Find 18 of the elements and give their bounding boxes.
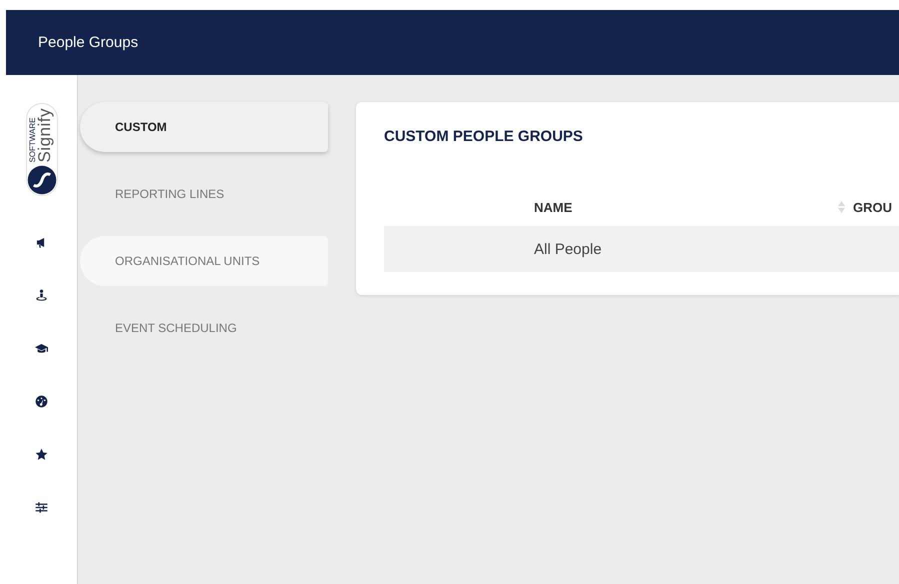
table-cell: All People — [534, 240, 602, 258]
column-header[interactable]: NAME — [534, 200, 572, 214]
nav-tab[interactable]: ORGANISATIONAL UNITS — [80, 236, 328, 286]
page-title: People Groups — [38, 34, 138, 51]
sliders-icon[interactable] — [35, 500, 48, 514]
person-pin-icon[interactable] — [35, 288, 48, 302]
column-header[interactable]: GROU — [853, 200, 892, 214]
logo-name: Signify — [35, 108, 55, 163]
gauge-icon[interactable] — [35, 394, 48, 408]
card-title: CUSTOM PEOPLE GROUPS — [384, 127, 584, 147]
nav-tab[interactable]: EVENT SCHEDULING — [80, 303, 328, 353]
table-row[interactable]: All People — [384, 226, 899, 272]
nav-tab[interactable]: CUSTOM — [80, 102, 328, 152]
graduation-cap-icon[interactable] — [35, 342, 48, 355]
logo-tagline: SOFTWARE — [28, 116, 37, 163]
star-icon[interactable] — [35, 448, 48, 461]
nav-tab[interactable]: REPORTING LINES — [80, 169, 328, 219]
logo-icon — [26, 164, 56, 195]
